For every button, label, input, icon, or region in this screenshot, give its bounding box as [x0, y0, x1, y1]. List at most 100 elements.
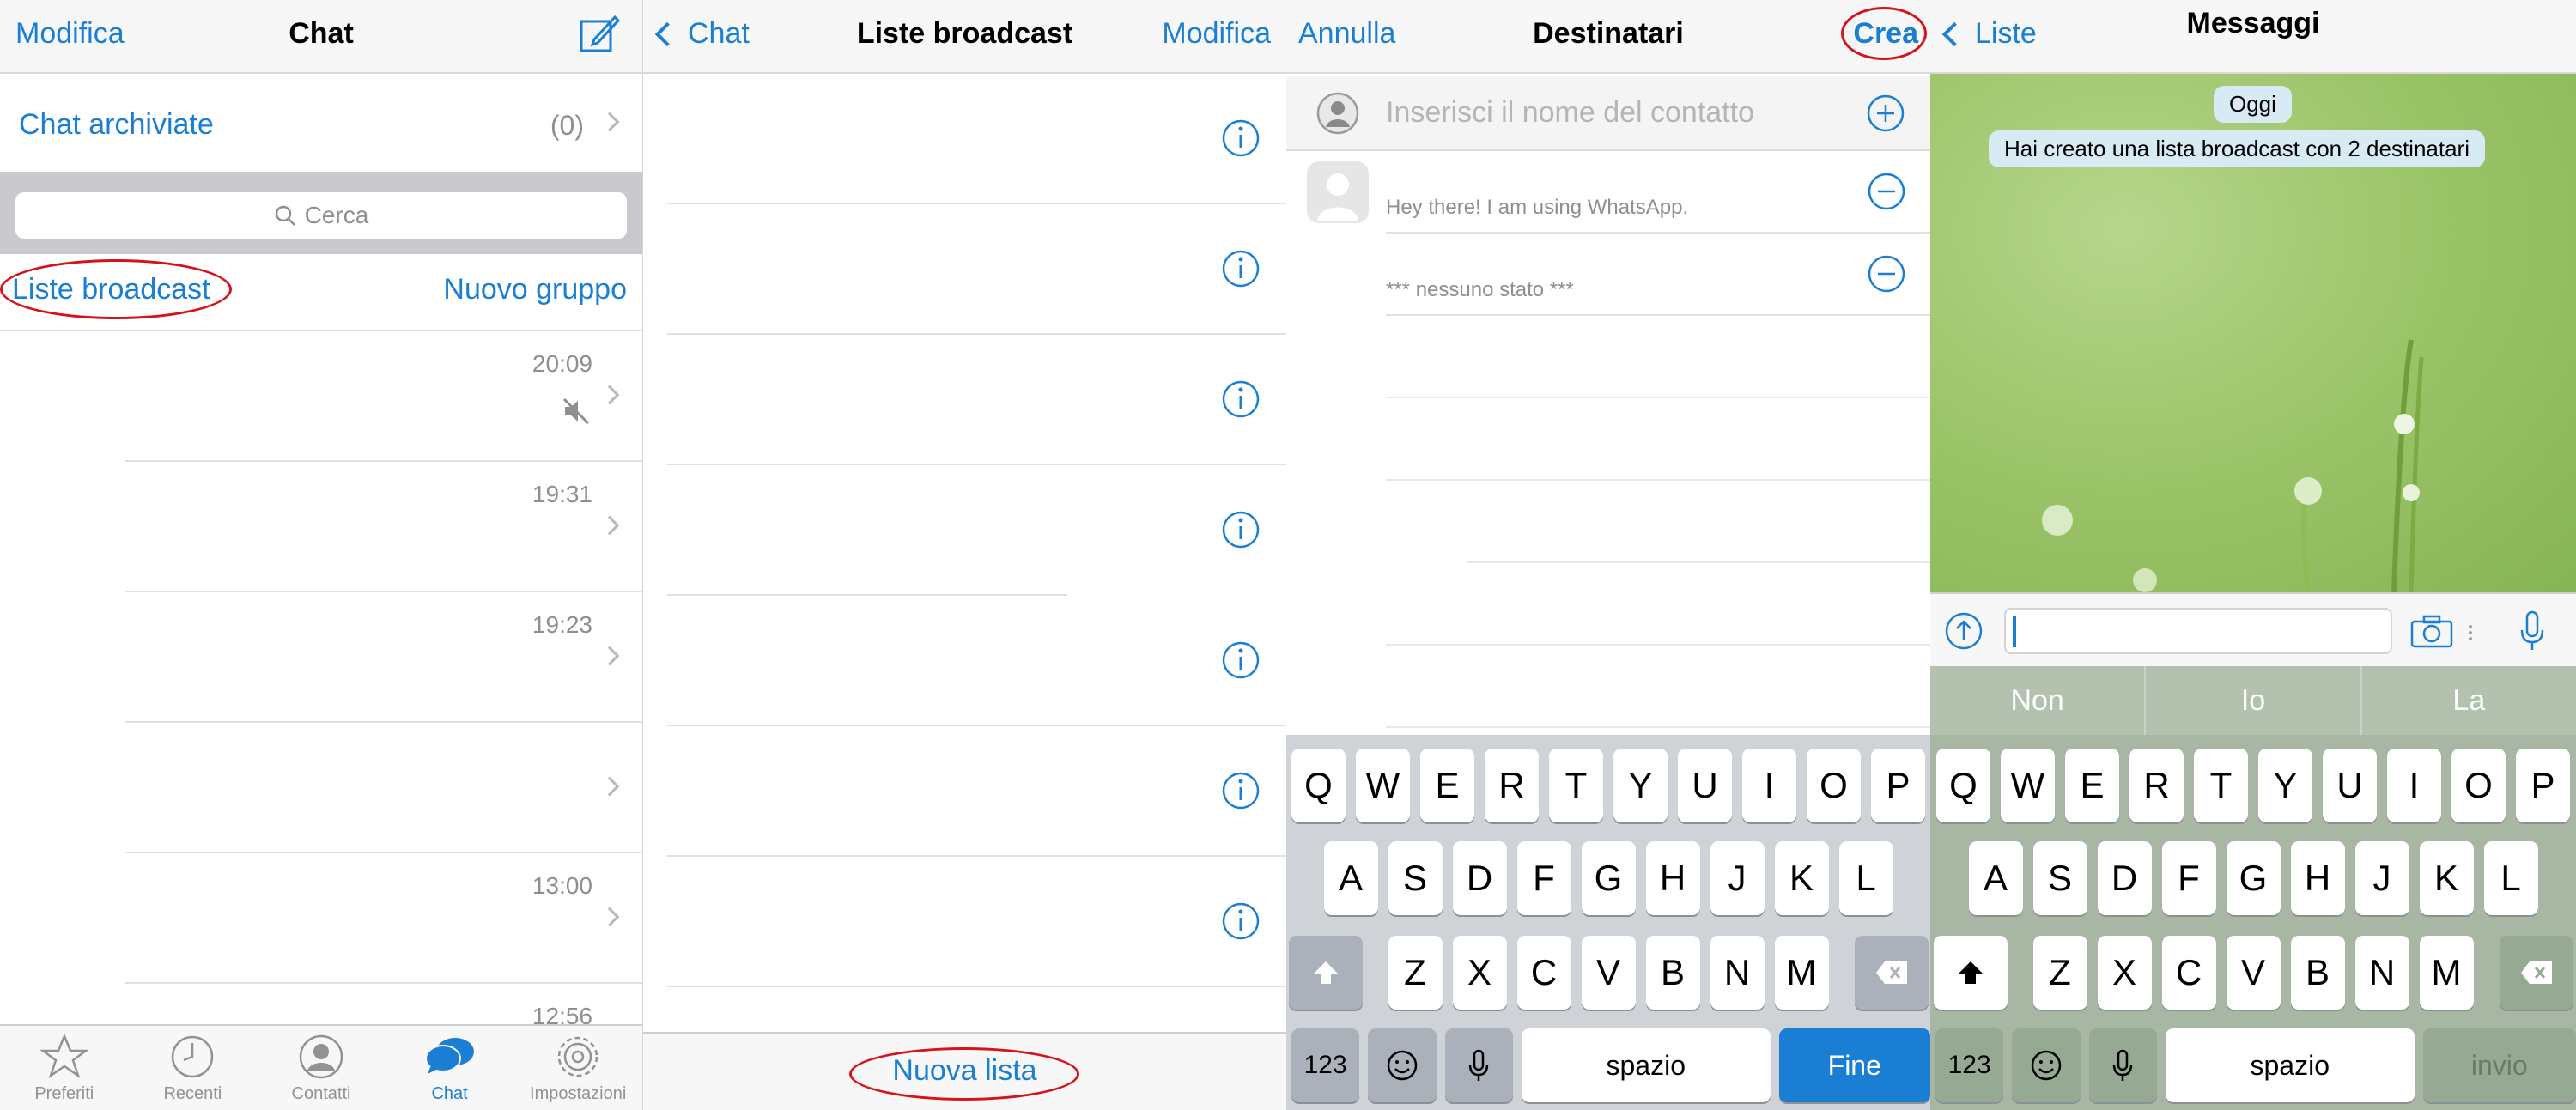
- info-icon[interactable]: [1221, 901, 1261, 941]
- broadcast-list-row[interactable]: [643, 465, 1286, 596]
- info-icon[interactable]: [1221, 771, 1261, 810]
- new-group-link[interactable]: Nuovo gruppo: [443, 273, 627, 306]
- chat-row[interactable]: 19:23: [0, 592, 642, 723]
- emoji-key[interactable]: [2012, 1028, 2081, 1102]
- key-y[interactable]: Y: [2258, 749, 2312, 822]
- key-e[interactable]: E: [2065, 749, 2119, 822]
- space-key[interactable]: spazio: [1521, 1028, 1771, 1102]
- key-e[interactable]: E: [1420, 749, 1474, 822]
- key-h[interactable]: H: [2290, 841, 2345, 915]
- info-icon[interactable]: [1221, 249, 1261, 288]
- broadcast-list-row[interactable]: [643, 74, 1286, 204]
- space-key[interactable]: spazio: [2165, 1028, 2415, 1102]
- chat-row[interactable]: 20:09: [0, 331, 642, 462]
- key-r[interactable]: R: [2129, 749, 2184, 822]
- emoji-key[interactable]: [1368, 1028, 1437, 1102]
- share-upload-icon[interactable]: [1944, 611, 1984, 651]
- key-o[interactable]: O: [2451, 749, 2506, 822]
- numbers-key[interactable]: 123: [1935, 1028, 2004, 1102]
- broadcast-list-row[interactable]: [643, 726, 1286, 857]
- remove-contact-icon[interactable]: [1867, 172, 1906, 211]
- key-l[interactable]: L: [1838, 841, 1893, 915]
- send-key[interactable]: invio: [2422, 1028, 2576, 1102]
- add-contact-icon[interactable]: [1865, 93, 1906, 134]
- chat-row[interactable]: [0, 723, 642, 853]
- message-input[interactable]: [2004, 608, 2392, 654]
- broadcast-list-row[interactable]: [643, 596, 1286, 726]
- key-w[interactable]: W: [2001, 749, 2055, 822]
- key-g[interactable]: G: [1581, 841, 1636, 915]
- key-r[interactable]: R: [1485, 749, 1539, 822]
- key-d[interactable]: D: [2097, 841, 2152, 915]
- key-i[interactable]: I: [1742, 749, 1796, 822]
- key-a[interactable]: A: [1323, 841, 1378, 915]
- key-c[interactable]: C: [1516, 936, 1571, 1010]
- key-a[interactable]: A: [1968, 841, 2023, 915]
- key-d[interactable]: D: [1452, 841, 1507, 915]
- key-b[interactable]: B: [1645, 936, 1700, 1010]
- key-s[interactable]: S: [1388, 841, 1443, 915]
- key-z[interactable]: Z: [1388, 936, 1443, 1010]
- key-j[interactable]: J: [2354, 841, 2409, 915]
- key-p[interactable]: P: [2516, 749, 2570, 822]
- suggestion-item[interactable]: Non: [1930, 666, 2147, 735]
- key-m[interactable]: M: [1774, 936, 1829, 1010]
- dictation-key[interactable]: [2088, 1028, 2157, 1102]
- info-icon[interactable]: [1221, 640, 1261, 680]
- key-j[interactable]: J: [1710, 841, 1765, 915]
- tab-favorites[interactable]: Preferiti: [0, 1026, 129, 1110]
- key-y[interactable]: Y: [1613, 749, 1668, 822]
- camera-icon[interactable]: [2409, 613, 2454, 649]
- info-icon[interactable]: [1221, 510, 1261, 549]
- key-u[interactable]: U: [2323, 749, 2377, 822]
- broadcast-list-row[interactable]: [643, 857, 1286, 987]
- chat-row[interactable]: 13:00: [0, 853, 642, 984]
- info-icon[interactable]: [1221, 379, 1261, 419]
- shift-key[interactable]: [1288, 936, 1363, 1010]
- broadcast-lists-link[interactable]: Liste broadcast: [12, 273, 210, 306]
- key-u[interactable]: U: [1678, 749, 1732, 822]
- contact-name-input[interactable]: Inserisci il nome del contatto: [1286, 76, 1930, 151]
- key-l[interactable]: L: [2483, 841, 2538, 915]
- key-t[interactable]: T: [2194, 749, 2248, 822]
- broadcast-list-row[interactable]: [643, 204, 1286, 335]
- key-c[interactable]: C: [2161, 936, 2216, 1010]
- key-o[interactable]: O: [1807, 749, 1861, 822]
- info-icon[interactable]: [1221, 118, 1261, 158]
- key-b[interactable]: B: [2290, 936, 2345, 1010]
- tab-settings[interactable]: Impostazioni: [513, 1026, 642, 1110]
- key-t[interactable]: T: [1549, 749, 1603, 822]
- edit-button[interactable]: Modifica: [1162, 17, 1271, 51]
- backspace-key[interactable]: [1854, 936, 1929, 1010]
- key-g[interactable]: G: [2226, 841, 2281, 915]
- key-f[interactable]: F: [1516, 841, 1571, 915]
- key-v[interactable]: V: [1581, 936, 1636, 1010]
- key-p[interactable]: P: [1871, 749, 1925, 822]
- key-q[interactable]: Q: [1936, 749, 1990, 822]
- backspace-key[interactable]: [2499, 936, 2573, 1010]
- dictation-key[interactable]: [1444, 1028, 1513, 1102]
- key-x[interactable]: X: [1452, 936, 1507, 1010]
- key-s[interactable]: S: [2032, 841, 2087, 915]
- tab-chat[interactable]: Chat: [386, 1026, 514, 1110]
- key-v[interactable]: V: [2226, 936, 2281, 1010]
- tab-recents[interactable]: Recenti: [129, 1026, 258, 1110]
- key-q[interactable]: Q: [1291, 749, 1346, 822]
- recipient-row[interactable]: *** nessuno stato ***: [1286, 234, 1930, 316]
- key-n[interactable]: N: [1710, 936, 1765, 1010]
- key-m[interactable]: M: [2419, 936, 2474, 1010]
- key-i[interactable]: I: [2387, 749, 2441, 822]
- recipient-row[interactable]: Hey there! I am using WhatsApp.: [1286, 151, 1930, 234]
- new-list-button[interactable]: Nuova lista: [643, 1054, 1286, 1088]
- key-k[interactable]: K: [1774, 841, 1829, 915]
- chat-row[interactable]: 19:31: [0, 462, 642, 592]
- compose-icon[interactable]: [579, 14, 620, 55]
- key-z[interactable]: Z: [2032, 936, 2087, 1010]
- remove-contact-icon[interactable]: [1867, 254, 1906, 294]
- key-x[interactable]: X: [2097, 936, 2152, 1010]
- key-k[interactable]: K: [2419, 841, 2474, 915]
- search-input[interactable]: Cerca: [15, 192, 627, 239]
- archived-chats-row[interactable]: Chat archiviate (0): [0, 76, 642, 156]
- suggestion-item[interactable]: La: [2362, 666, 2576, 735]
- done-key[interactable]: Fine: [1778, 1028, 1930, 1102]
